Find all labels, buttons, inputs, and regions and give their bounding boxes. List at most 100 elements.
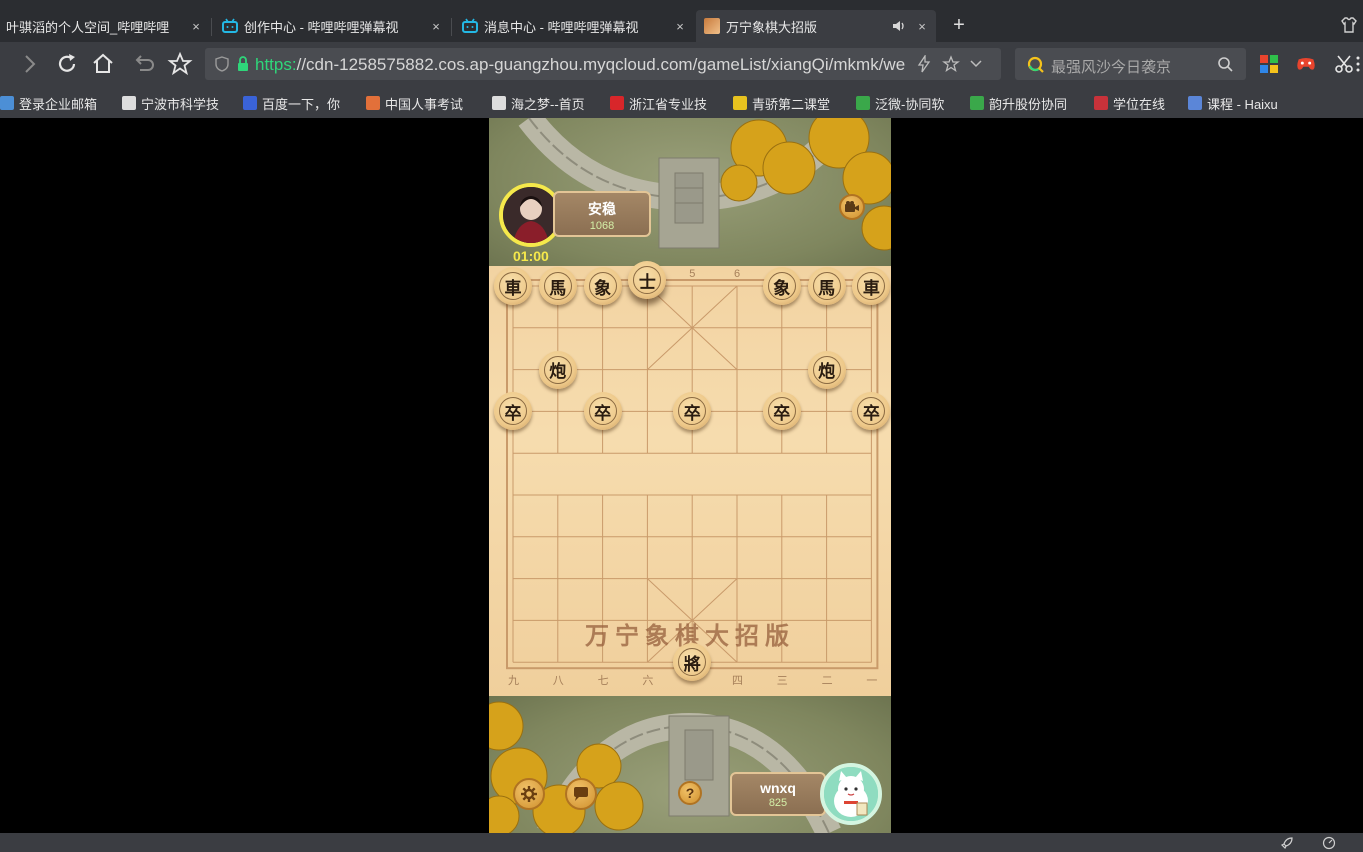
tab-close-icon[interactable]: × <box>672 19 688 34</box>
bookmark-item[interactable]: 中国人事考试 <box>366 94 476 112</box>
search-icon[interactable] <box>1217 56 1234 73</box>
bookmark-item[interactable]: 海之梦--首页 <box>492 94 600 112</box>
chess-piece[interactable]: 炮 <box>807 350 846 389</box>
question-mark-icon: ? <box>685 785 695 801</box>
tab-creator-center[interactable]: 创作中心 - 哔哩哔哩弹幕视 × <box>214 10 450 42</box>
column-number: 三 <box>776 675 788 688</box>
bookmark-favicon-icon <box>610 96 624 110</box>
navigation-bar: https://cdn-1258575882.cos.ap-guangzhou.… <box>0 42 1363 88</box>
help-button[interactable]: ? <box>678 781 702 805</box>
piece-character: 車 <box>857 272 886 300</box>
chess-piece[interactable]: 卒 <box>583 392 622 431</box>
bookmark-item[interactable]: 泛微-协同软 <box>856 94 948 112</box>
bookmark-favicon-icon <box>733 96 747 110</box>
column-number: 一 <box>866 675 878 688</box>
new-tab-button[interactable]: + <box>949 15 969 36</box>
speaker-audio-icon[interactable] <box>892 19 906 33</box>
url-path: //cdn-1258575882.cos.ap-guangzhou.myqclo… <box>296 55 906 74</box>
piece-character: 馬 <box>812 272 841 300</box>
url-scheme: https: <box>255 55 297 74</box>
tab-close-icon[interactable]: × <box>914 19 930 34</box>
column-number: 九 <box>508 675 519 688</box>
shirt-skin-icon[interactable] <box>1340 16 1358 34</box>
video-record-button[interactable] <box>839 194 865 220</box>
bookmark-label: 学位在线 <box>1113 96 1166 112</box>
chevron-down-icon[interactable] <box>967 55 985 73</box>
piece-character: 士 <box>633 266 662 294</box>
tab-close-icon[interactable]: × <box>188 19 204 34</box>
bookmark-label: 百度一下，你 <box>262 96 341 112</box>
player-name: wnxq <box>760 780 796 796</box>
bookmarks-bar: 登录企业邮箱 宁波市科学技 百度一下，你 中国人事考试 海之梦--首页 浙江省专业技 青骄第… <box>0 88 1363 118</box>
bookmark-item[interactable]: 宁波市科学技 <box>122 94 230 112</box>
bookmark-label: 中国人事考试 <box>385 96 464 112</box>
player-score: 825 <box>768 797 788 809</box>
home-icon[interactable] <box>90 51 116 77</box>
chess-piece[interactable]: 象 <box>583 267 622 305</box>
window-top-edge <box>0 0 1363 8</box>
opponent-score: 1068 <box>589 220 615 232</box>
lightning-icon[interactable] <box>915 55 933 73</box>
piece-character: 象 <box>767 272 796 300</box>
speed-gauge-icon[interactable] <box>1322 836 1336 850</box>
address-bar[interactable]: https://cdn-1258575882.cos.ap-guangzhou.… <box>205 48 1001 80</box>
column-number: 二 <box>821 675 833 688</box>
tab-xiangqi-game[interactable]: 万宁象棋大招版 × <box>696 10 936 42</box>
bookmark-star-icon[interactable] <box>167 51 193 77</box>
xiangqi-board[interactable]: 万宁象棋大招版 56 九八七六四三二一 車馬象士象馬車炮炮卒卒卒卒卒將 <box>489 261 891 696</box>
shield-icon[interactable] <box>213 55 231 73</box>
lucky-cat-avatar-icon <box>824 767 878 821</box>
bookmark-item[interactable]: 学位在线 <box>1094 94 1178 112</box>
browser-window: 叶骐滔的个人空间_哔哩哔哩 × 创作中心 - 哔哩哔哩弹幕视 × 消息中心 - … <box>0 0 1363 852</box>
bookmark-label: 青骄第二课堂 <box>752 96 831 112</box>
undo-close-tab-icon[interactable] <box>130 51 156 77</box>
bookmark-item[interactable]: 课程 - Haixu <box>1188 94 1298 112</box>
xiangqi-game-canvas[interactable]: 安稳 1068 01:00 万宁象棋大招版 56 九八七六四三二一 車馬象士象馬… <box>489 118 891 833</box>
url-text[interactable]: https://cdn-1258575882.cos.ap-guangzhou.… <box>255 55 910 75</box>
chess-piece[interactable]: 象 <box>762 267 801 305</box>
bookmark-label: 登录企业邮箱 <box>19 96 98 112</box>
bookmark-item[interactable]: 韵升股份协同 <box>970 94 1086 112</box>
bookmark-favicon-icon <box>366 96 380 110</box>
bookmark-favicon-icon <box>856 96 870 110</box>
bookmark-item[interactable]: 百度一下，你 <box>243 94 351 112</box>
bookmark-label: 浙江省专业技 <box>629 96 708 112</box>
scissors-icon[interactable] <box>1333 53 1355 75</box>
player-avatar[interactable] <box>820 763 882 825</box>
bilibili-tv-icon <box>222 18 238 33</box>
gamepad-icon[interactable] <box>1295 53 1317 75</box>
bookmark-label: 泛微-协同软 <box>875 96 945 112</box>
piece-character: 卒 <box>767 397 796 426</box>
bookmark-label: 海之梦--首页 <box>511 96 585 112</box>
gear-icon <box>521 786 537 802</box>
settings-button[interactable] <box>513 778 545 810</box>
tab-bilibili-space[interactable]: 叶骐滔的个人空间_哔哩哔哩 × <box>0 10 210 42</box>
column-number: 5 <box>689 268 696 280</box>
chess-piece[interactable]: 車 <box>494 267 532 305</box>
tab-close-icon[interactable]: × <box>428 19 444 34</box>
bookmark-item[interactable]: 登录企业邮箱 <box>0 94 106 112</box>
chat-button[interactable] <box>565 778 597 810</box>
favorite-star-icon[interactable] <box>942 55 960 73</box>
column-number: 6 <box>734 268 741 280</box>
app-grid-icon[interactable] <box>1258 53 1280 75</box>
search-box[interactable]: 最强风沙今日袭京 <box>1015 48 1246 80</box>
chess-piece[interactable]: 卒 <box>762 392 801 431</box>
chess-piece[interactable]: 炮 <box>538 350 577 389</box>
column-number: 八 <box>552 675 564 688</box>
piece-character: 炮 <box>812 355 841 384</box>
more-menu-icon[interactable] <box>1354 53 1363 75</box>
bookmark-item[interactable]: 浙江省专业技 <box>610 94 720 112</box>
piece-character: 馬 <box>543 272 572 300</box>
rocket-icon[interactable] <box>1280 836 1294 850</box>
forward-arrow-icon[interactable] <box>16 51 42 77</box>
chess-piece[interactable]: 馬 <box>538 267 577 305</box>
chess-piece[interactable]: 馬 <box>807 267 846 305</box>
tab-message-center[interactable]: 消息中心 - 哔哩哔哩弹幕视 × <box>454 10 694 42</box>
status-bar <box>0 833 1363 852</box>
lock-icon[interactable] <box>234 55 252 73</box>
bookmark-item[interactable]: 青骄第二课堂 <box>733 94 845 112</box>
bookmark-favicon-icon <box>1188 96 1202 110</box>
tab-title: 创作中心 - 哔哩哔哩弹幕视 <box>244 19 399 35</box>
reload-icon[interactable] <box>54 51 80 77</box>
